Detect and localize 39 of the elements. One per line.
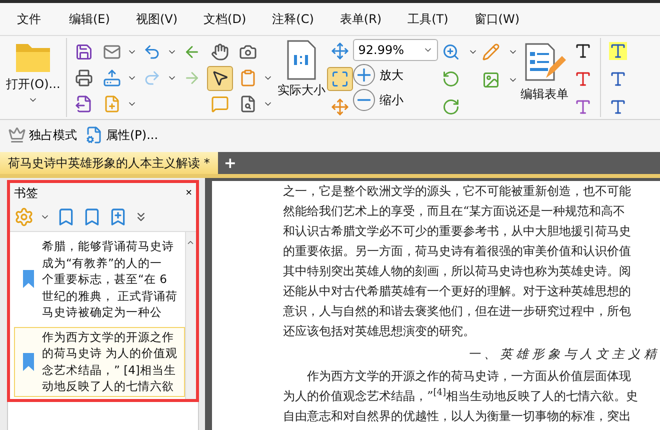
fit-width-icon[interactable]	[327, 66, 354, 92]
zoom-out-button[interactable]: 缩小	[353, 89, 438, 111]
minus-circle-icon	[353, 89, 376, 111]
new-tab-button[interactable]: +	[218, 152, 242, 174]
one-to-one-icon	[286, 40, 316, 80]
bookmark-icon	[23, 270, 34, 288]
plus-circle-icon	[353, 64, 376, 86]
edit-form-button[interactable]: 编辑表单	[518, 36, 570, 119]
menu-item[interactable]: 注释(C)	[263, 10, 323, 28]
actual-size-button[interactable]: 实际大小	[275, 36, 328, 119]
menu-item[interactable]: 工具(T)	[398, 10, 458, 28]
body-paragraph: 之一，它是整个欧洲文学的源头，它不可能被重新创造，也不可能 然能给我们艺术上的享受，而且在“某方面说还是一种规范和高不 和认识古希腊文学必不可少的重要参考书，从中大胆地援引荷马史 的重要依据。另一方面，荷马史诗有着很强的审美价值和认识价值 其中特别突出英雄人物的刻画，所以荷马史诗也称为英雄史诗。阅 还能从中对古代希腊英雄有一个更好的理解。对于这种英雄思想的 意识，人与自然的和谐去褒奖他们，但在进一步研究过程中，所包 还应该包括对英雄思想演变的研究。	[283, 183, 632, 340]
gear-icon	[14, 207, 34, 227]
properties-button[interactable]: 属性(P)...	[83, 126, 160, 144]
bookmark-icon	[23, 352, 34, 370]
menu-item[interactable]: 编辑(E)	[60, 10, 119, 28]
cursor-icon	[211, 69, 230, 87]
panel-title: 书签	[14, 184, 38, 202]
menu-item[interactable]: 文件	[8, 10, 50, 28]
scroll-up-icon[interactable]	[186, 238, 195, 247]
bookmark-item[interactable]: 希腊，能够背诵荷马史诗 成为“有教养”的人的一 个重要标志，甚至“在 6 世纪的雅典， 正式背诵荷 马史诗被确定为一种公	[14, 236, 185, 322]
zoom-in-button[interactable]: 放大	[353, 64, 438, 86]
text-select-icon[interactable]	[207, 66, 234, 90]
crown-icon	[8, 126, 26, 144]
menu-item[interactable]: 窗口(W)	[465, 10, 529, 28]
document-gear-icon	[85, 126, 103, 144]
section-heading: 一、英雄形象与人文主义精	[467, 346, 660, 363]
menu-item[interactable]: 文档(D)	[194, 10, 256, 28]
comment-icon	[211, 95, 230, 113]
scrollbar[interactable]	[185, 232, 196, 399]
document-tab[interactable]: 荷马史诗中英雄形象的人本主义解读 *	[0, 152, 218, 174]
close-button[interactable]: ×	[186, 187, 192, 199]
body-paragraph: 作为西方文学的开源之作的荷马史诗，一方面从价值层面体现 为人的价值观念艺术结晶，”$^{[4]}$相当生动地反映了人的七情六欲。史 自由意志和对自然界的优越性，以人为衡量一切事物的标准，突出	[283, 368, 639, 425]
zoom-field[interactable]: 92.99%	[353, 39, 438, 61]
exclusive-mode-button[interactable]: 独占模式	[6, 126, 79, 144]
menu-item[interactable]: 表单(R)	[330, 10, 391, 28]
bookmark-item[interactable]: 作为西方文学的开源之作 的荷马史诗 为人的价值观 念艺术结晶，” [4]相当生 动地反映了人的七情六欲	[14, 326, 185, 396]
open-button[interactable]: 打开(O)...	[4, 36, 62, 119]
menu-item[interactable]: 视图(V)	[126, 10, 187, 28]
